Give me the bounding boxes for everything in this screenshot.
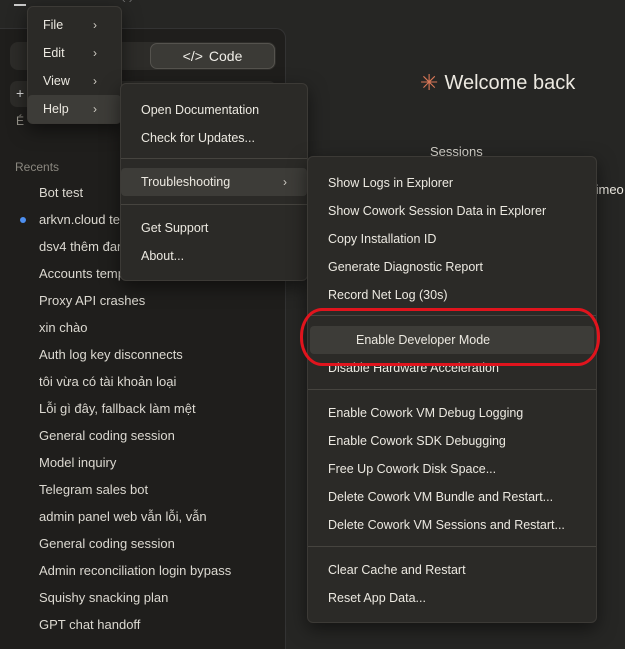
menu-check-updates[interactable]: Check for Updates... — [121, 124, 307, 152]
recent-session-label: GPT chat handoff — [39, 617, 141, 632]
menu-separator — [121, 204, 307, 205]
recent-session-label: Squishy snacking plan — [39, 590, 169, 605]
recent-session-item[interactable]: GPT chat handoff — [0, 616, 285, 643]
recent-session-item[interactable]: Squishy snacking plan — [0, 589, 285, 616]
recent-session-item[interactable]: Admin reconciliation login bypass — [0, 562, 285, 589]
menu-get-support[interactable]: Get Support — [121, 214, 307, 242]
troubleshooting-menu: Show Logs in Explorer Show Cowork Sessio… — [307, 156, 597, 623]
menu-help[interactable]: Help › — [28, 95, 121, 123]
menu-separator — [308, 389, 596, 390]
recent-session-item[interactable]: General coding session — [0, 427, 285, 454]
recent-session-label: Bot test — [39, 185, 84, 200]
menu-sdk-debugging[interactable]: Enable Cowork SDK Debugging — [308, 427, 596, 455]
menu-record-net-log[interactable]: Record Net Log (30s) — [308, 281, 596, 309]
recent-session-item[interactable]: xin chào — [0, 319, 285, 346]
app-menu-icon[interactable] — [14, 0, 26, 6]
recent-session-label: Lỗi gì đây, fallback làm mệt — [39, 401, 196, 416]
menu-copy-installation-id[interactable]: Copy Installation ID — [308, 225, 596, 253]
recent-session-label: dsv4 thêm đan — [39, 239, 125, 254]
chevron-right-icon: › — [93, 74, 97, 88]
menu-enable-developer-mode[interactable]: Enable Developer Mode — [310, 326, 594, 354]
menu-open-documentation[interactable]: Open Documentation — [121, 96, 307, 124]
chevron-right-icon: › — [283, 175, 287, 189]
menu-edit[interactable]: Edit › — [28, 39, 121, 67]
recent-session-label: tôi vừa có tài khoản loại — [39, 374, 177, 389]
recents-heading: Recents — [15, 160, 60, 174]
sidebar-aux-label[interactable]: É — [16, 114, 24, 128]
recent-session-label: Telegram sales bot — [39, 482, 149, 497]
menu-separator — [121, 158, 307, 159]
recent-session-item[interactable]: tôi vừa có tài khoản loại — [0, 373, 285, 400]
sparkle-icon: ✳ — [420, 70, 439, 95]
recent-session-item[interactable]: Model inquiry — [0, 454, 285, 481]
menu-show-logs[interactable]: Show Logs in Explorer — [308, 169, 596, 197]
menu-view[interactable]: View › — [28, 67, 121, 95]
menu-generate-diagnostic-report[interactable]: Generate Diagnostic Report — [308, 253, 596, 281]
code-brackets-icon: </> — [182, 48, 203, 64]
recent-session-label: Model inquiry — [39, 455, 117, 470]
recent-session-label: Proxy API crashes — [39, 293, 146, 308]
recent-session-label: General coding session — [39, 536, 175, 551]
recent-session-label: admin panel web vẫn lỗi, vẫn — [39, 509, 207, 524]
menu-file[interactable]: File › — [28, 11, 121, 39]
nav-arrows[interactable]: ‹ › — [122, 0, 132, 6]
plus-icon: + — [16, 85, 25, 101]
menu-delete-vm-bundle[interactable]: Delete Cowork VM Bundle and Restart... — [308, 483, 596, 511]
chevron-right-icon: › — [93, 18, 97, 32]
menu-troubleshooting[interactable]: Troubleshooting › — [121, 168, 307, 196]
menu-show-session-data[interactable]: Show Cowork Session Data in Explorer — [308, 197, 596, 225]
app-menu: File › Edit › View › Help › — [27, 6, 122, 124]
recent-session-item[interactable]: Lỗi gì đây, fallback làm mệt — [0, 400, 285, 427]
menu-delete-vm-sessions[interactable]: Delete Cowork VM Sessions and Restart... — [308, 511, 596, 539]
menu-separator — [308, 315, 596, 316]
active-dot-icon — [20, 217, 26, 223]
tab-code[interactable]: </> Code — [150, 43, 275, 69]
welcome-heading: ✳ Welcome back — [420, 70, 575, 96]
recent-session-label: arkvn.cloud te — [39, 212, 120, 227]
tab-code-label: Code — [208, 48, 243, 64]
menu-vm-debug-logging[interactable]: Enable Cowork VM Debug Logging — [308, 399, 596, 427]
menu-free-disk-space[interactable]: Free Up Cowork Disk Space... — [308, 455, 596, 483]
recent-session-label: Auth log key disconnects — [39, 347, 183, 362]
menu-clear-cache[interactable]: Clear Cache and Restart — [308, 556, 596, 584]
menu-about[interactable]: About... — [121, 242, 307, 270]
recent-session-item[interactable]: Proxy API crashes — [0, 292, 285, 319]
recent-session-label: xin chào — [39, 320, 88, 335]
recent-session-item[interactable]: admin panel web vẫn lỗi, vẫn — [0, 508, 285, 535]
recent-session-label: Admin reconciliation login bypass — [39, 563, 232, 578]
recent-session-item[interactable]: Auth log key disconnects — [0, 346, 285, 373]
recent-session-item[interactable]: Telegram sales bot — [0, 481, 285, 508]
menu-disable-hardware-acceleration[interactable]: Disable Hardware Acceleration — [308, 354, 596, 382]
recent-session-label: General coding session — [39, 428, 175, 443]
welcome-text: Welcome back — [444, 71, 576, 94]
help-menu: Open Documentation Check for Updates... … — [120, 83, 308, 281]
menu-reset-app-data[interactable]: Reset App Data... — [308, 584, 596, 612]
recent-session-label: Accounts temp — [39, 266, 125, 281]
chevron-right-icon: › — [93, 46, 97, 60]
recent-session-item[interactable]: General coding session — [0, 535, 285, 562]
menu-separator — [308, 546, 596, 547]
chevron-right-icon: › — [93, 102, 97, 116]
